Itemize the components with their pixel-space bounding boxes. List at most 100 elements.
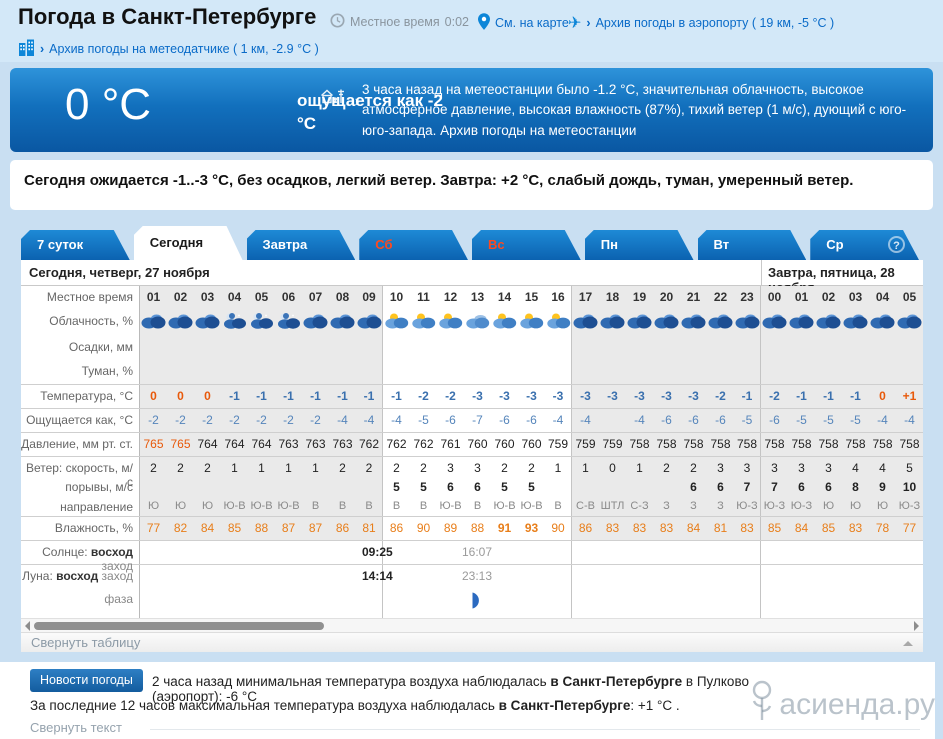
map-link-group[interactable]: См. на карте — [478, 13, 569, 33]
local-time-row-cell: 09 — [356, 286, 383, 310]
overcast-icon — [761, 310, 788, 336]
sensor-archive-link[interactable]: Архив погоды на метеодатчике ( 1 км, -2.… — [49, 42, 319, 56]
fog-row-label: Туман, % — [21, 360, 140, 384]
humidity-row-cell: 83 — [734, 517, 761, 540]
fog-row-cell — [896, 360, 923, 384]
local-time-row-cell: 21 — [680, 286, 707, 310]
precipitation-row-cell — [626, 336, 653, 360]
temperature-row-cell: -1 — [788, 385, 815, 408]
local-time-row-label: Местное время — [21, 286, 140, 310]
local-time-row-cell: 01 — [788, 286, 815, 310]
fog-row-cell — [788, 360, 815, 384]
tab-7[interactable]: Ср? — [810, 230, 919, 260]
pressure-row-cell: 764 — [248, 433, 275, 456]
wind-direction-row-cell: Ю — [167, 496, 194, 516]
fog-row-cell — [140, 360, 167, 384]
help-icon[interactable]: ? — [888, 236, 905, 253]
collapse-text-link[interactable]: Свернуть текст — [30, 720, 122, 735]
humidity-row-cell: 91 — [497, 521, 512, 535]
moon-row-set-time: 23:13 — [462, 569, 493, 583]
local-time-row-cell: 13 — [470, 290, 485, 304]
sun-row-cells: 09:25 16:07 — [140, 541, 923, 564]
local-time-row-cell: 08 — [329, 286, 356, 310]
sun-row-cell — [194, 541, 221, 564]
local-time-row-cell: 18 — [599, 286, 626, 310]
airport-archive-link[interactable]: Архив погоды в аэропорту ( 19 км, -5 °C … — [596, 16, 835, 30]
tab-4[interactable]: Вс — [472, 230, 581, 260]
local-time-row-cell: 03 — [842, 286, 869, 310]
tab-1[interactable]: Сегодня — [134, 226, 243, 260]
sun-row-cell — [680, 541, 707, 564]
wind-speed-row-label: Ветер: скорость, м/с — [21, 457, 140, 489]
day-tabs: 7 суток Сегодня Завтра Сб Вс Пн Вт Ср? — [21, 226, 923, 260]
moon-phase-row-cell — [869, 588, 896, 618]
airport-link-group[interactable]: ✈ › Архив погоды в аэропорту ( 19 км, -5… — [568, 13, 834, 33]
tab-2[interactable]: Завтра — [247, 230, 356, 260]
horizontal-scrollbar[interactable] — [21, 618, 923, 632]
wind-speed-row-cell: 3 — [447, 461, 454, 475]
fog-row-cell — [302, 360, 329, 384]
moon-phase-row-cell — [761, 588, 788, 618]
temperature-row-cell: -2 — [418, 389, 429, 403]
overcast-icon — [869, 310, 896, 336]
overcast-icon — [167, 310, 194, 336]
plane-icon: ✈ — [568, 15, 582, 32]
wind-gusts-row-cell: 8 — [842, 476, 869, 496]
station-archive-link[interactable]: Архив погоды на метеостанции — [440, 123, 636, 138]
moon-phase-row-cell — [491, 588, 518, 618]
scroll-left-arrow[interactable] — [25, 620, 30, 631]
pressure-row-cell: 758 — [653, 433, 680, 456]
moon-row-cell — [329, 565, 356, 588]
precipitation-row-cell — [383, 336, 410, 360]
feels-like-row-cell: -6 — [761, 409, 788, 432]
pressure-row-cell: 762 — [413, 437, 434, 451]
humidity-row-cells: 77 82 84 85 88 87 87 86 81 86 90 89 88 91 93 90 86 83 83 83… — [140, 517, 923, 540]
sun-row-set-time: 16:07 — [462, 545, 493, 559]
sun-row-cell — [599, 541, 626, 564]
news-line2-bold: в Санкт-Петербурге — [498, 698, 631, 713]
fog-row-cell — [734, 360, 761, 384]
wind-gusts-row-cell: 6 — [447, 480, 454, 494]
humidity-row-cell: 85 — [815, 517, 842, 540]
wind-direction-row-cell: В — [356, 496, 383, 516]
tab-3[interactable]: Сб — [359, 230, 468, 260]
moon-row-cell — [788, 565, 815, 588]
humidity-row-cell: 87 — [275, 517, 302, 540]
overcast-icon — [599, 310, 626, 336]
scrollbar-thumb[interactable] — [34, 621, 324, 630]
sun-row-cell — [491, 541, 518, 564]
sun-row-cell — [626, 541, 653, 564]
tab-6[interactable]: Вт — [698, 230, 807, 260]
humidity-row-cell: 81 — [707, 517, 734, 540]
wind-gusts-row-cell — [167, 476, 194, 496]
wind-direction-row-cell: Ю-В — [275, 496, 302, 516]
moon-phase-row-cell — [707, 588, 734, 618]
moon-phase-row-cell — [437, 588, 464, 618]
sensor-link-group[interactable]: › Архив погоды на метеодатчике ( 1 км, -… — [18, 38, 319, 60]
tab-5[interactable]: Пн — [585, 230, 694, 260]
tab-0[interactable]: 7 суток — [21, 230, 130, 260]
tab-label: Вт — [713, 237, 730, 252]
wind-direction-row-cell: В — [419, 500, 428, 512]
fog-row-cell — [437, 360, 464, 384]
today-date: Сегодня, четверг, 27 ноября — [29, 265, 210, 280]
news-badge-button[interactable]: Новости погоды — [30, 669, 143, 692]
pressure-row-cell: 761 — [440, 437, 461, 451]
sun-row-cell — [896, 541, 923, 564]
precipitation-row-cell — [518, 336, 545, 360]
wind-direction-row-cell: Ю-В — [248, 496, 275, 516]
temperature-row-cells: 0 0 0 -1 -1 -1 -1 -1 -1 -1 -2 -2 -3 -3 -3 -3 -3 -3 -3 -3 -3-… — [140, 385, 923, 408]
map-link[interactable]: См. на карте — [495, 16, 569, 30]
wind-speed-row-cell: 2 — [501, 461, 508, 475]
precipitation-row-cell — [788, 336, 815, 360]
tab-label: Сегодня — [149, 235, 204, 250]
wind-speed-row-cell: 2 — [420, 461, 427, 475]
scroll-right-arrow[interactable] — [914, 620, 919, 631]
moon-row-cell — [491, 565, 518, 588]
overcast-icon — [815, 310, 842, 336]
temperature-row-cell: 0 — [140, 385, 167, 408]
precipitation-row-cell — [221, 336, 248, 360]
feels-like-row-cell: -2 — [221, 409, 248, 432]
collapse-table-bar[interactable]: Свернуть таблицу — [21, 632, 923, 652]
overcast-icon — [896, 310, 923, 336]
